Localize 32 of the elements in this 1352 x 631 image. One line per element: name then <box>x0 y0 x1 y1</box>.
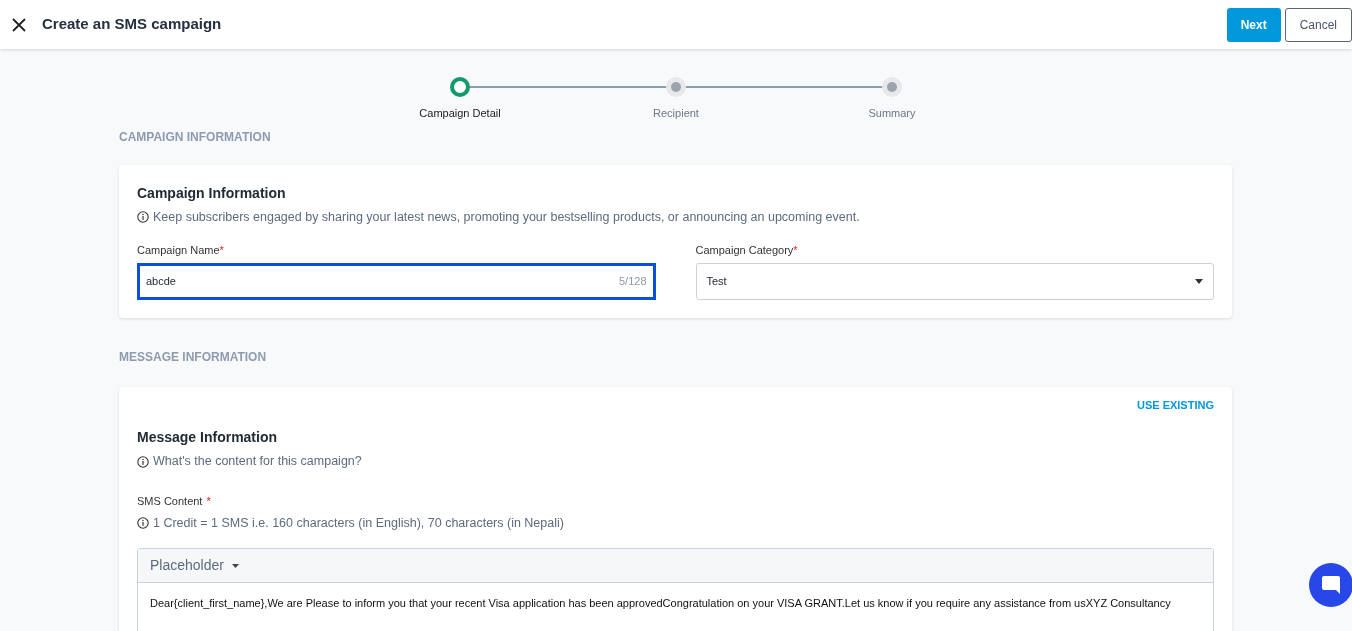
field-label: Campaign Name <box>137 244 220 257</box>
field-label: SMS Content <box>137 495 203 507</box>
section-heading: CAMPAIGN INFORMATION <box>119 128 272 146</box>
required-mark: * <box>219 244 224 257</box>
caret-icon <box>1195 278 1203 284</box>
placeholder-dropdown[interactable]: Placeholder <box>150 555 239 577</box>
info-icon <box>137 455 149 468</box>
step-label: Summary <box>868 106 916 121</box>
chat-button[interactable] <box>1309 563 1352 607</box>
campaign-name-field[interactable]: abcde 5/128 <box>137 262 656 300</box>
chat-bubble-icon <box>1321 575 1341 595</box>
step-label: Campaign Detail <box>419 106 501 121</box>
page-title: Create an SMS campaign <box>42 14 223 35</box>
close-icon[interactable] <box>12 17 26 32</box>
card-title: Campaign Information <box>137 183 287 203</box>
category-dropdown[interactable]: Test <box>695 262 1214 300</box>
info-icon <box>137 516 149 529</box>
field-value: abcde <box>146 274 177 289</box>
hint-text: Keep subscribers engaged by sharing your latest news, promoting your bestselling products, or announcing an upcoming event. <box>153 208 860 226</box>
character-counter: 5/128 <box>618 274 647 289</box>
caret-icon <box>231 563 239 568</box>
required-mark: * <box>793 244 798 257</box>
section-heading: MESSAGE INFORMATION <box>119 348 268 366</box>
hint-text: 1 Credit = 1 SMS i.e. 160 characters (in English), 70 characters (in Nepali) <box>153 514 564 532</box>
step-label: Recipient <box>653 106 699 121</box>
cancel-button[interactable]: Cancel <box>1284 7 1352 42</box>
field-label: Campaign Category <box>695 244 794 257</box>
card-title: Message Information <box>137 428 279 448</box>
info-icon <box>137 210 149 223</box>
message-text-area[interactable]: Dear{client_first_name},We are Please to inform you that your recent Visa application has been approvedCongratulation on your VISA GRANT.Let us know if you require any assistance from usXYZ Consultancy <box>138 583 1213 631</box>
hint-text: What's the content for this campaign? <box>153 453 362 471</box>
required-mark: * <box>206 495 211 507</box>
